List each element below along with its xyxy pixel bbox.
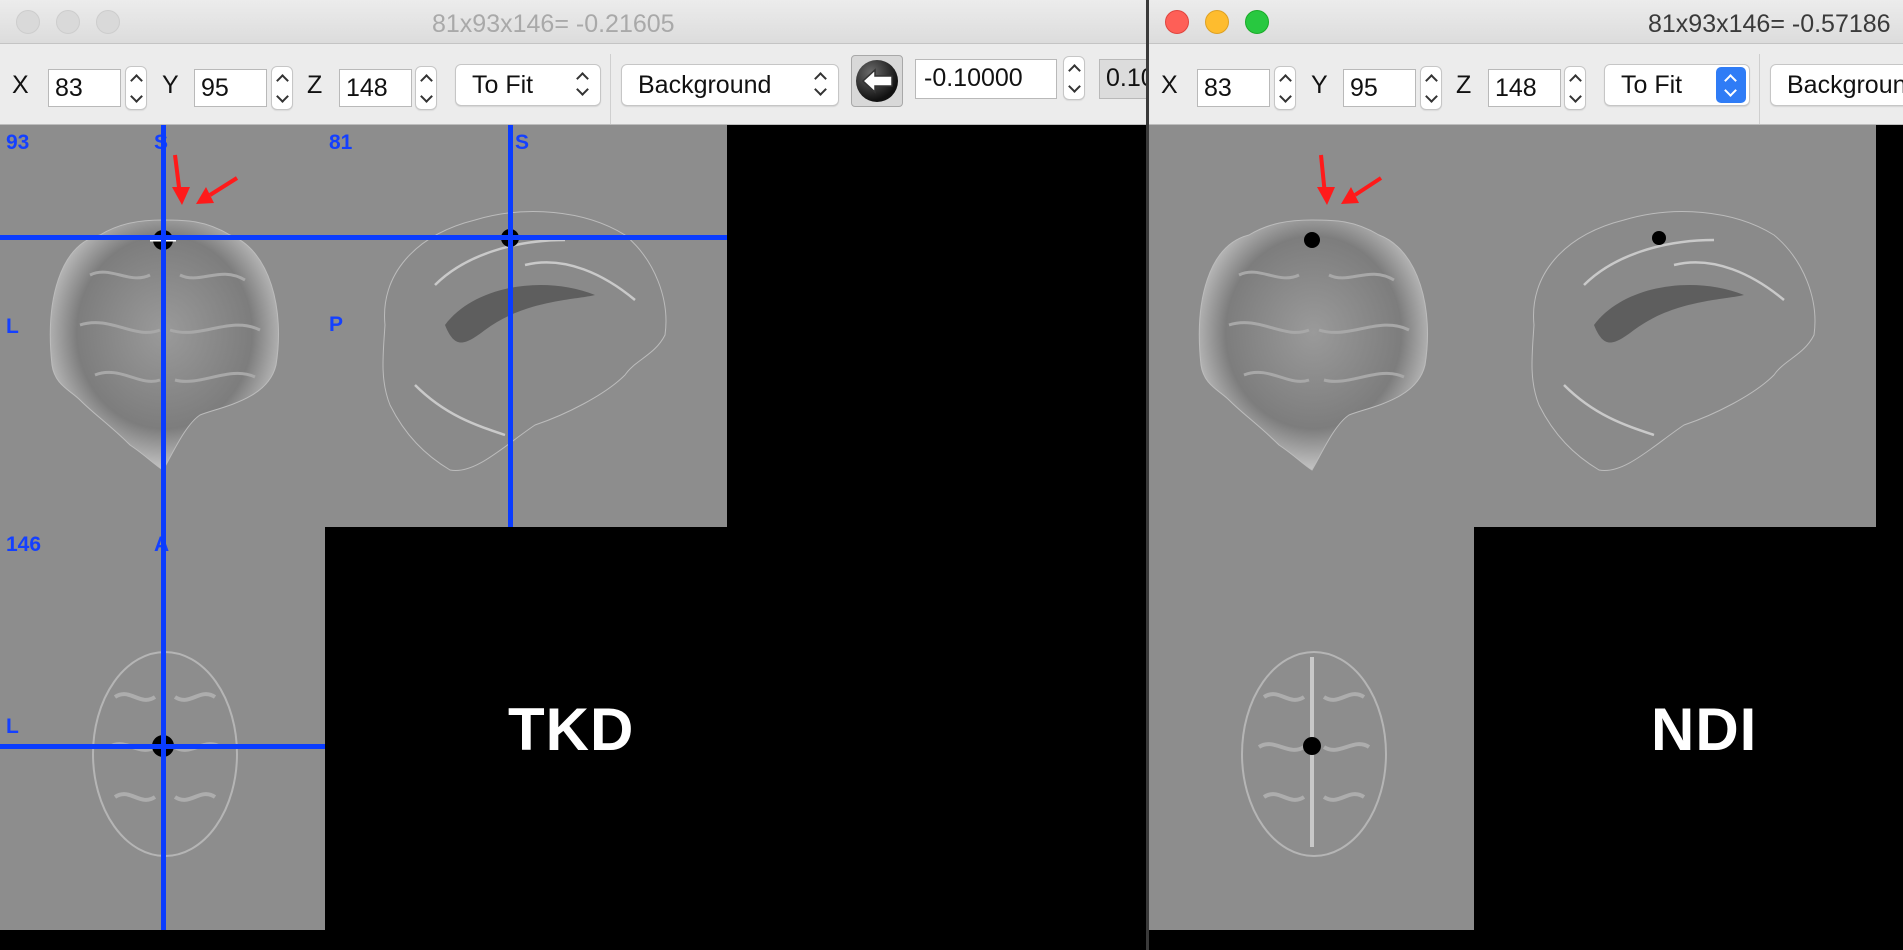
sagittal-superior-label: S	[515, 131, 530, 154]
y-label: Y	[1311, 71, 1328, 99]
y-coordinate-field[interactable]: 95	[194, 69, 267, 107]
axial-crosshair-horizontal	[0, 744, 325, 749]
sagittal-crosshair-vertical	[508, 125, 513, 527]
x-coordinate-field[interactable]: 83	[1197, 69, 1270, 107]
layer-back-button[interactable]	[851, 55, 903, 107]
z-label: Z	[1456, 71, 1472, 99]
chevron-up-icon[interactable]	[272, 67, 292, 88]
chevron-up-icon[interactable]	[1064, 57, 1084, 78]
zoom-value: To Fit	[1621, 71, 1683, 99]
left-viewer-window: 81x93x146= -0.21605 X 83 Y 95 Z 148 To F…	[0, 0, 1146, 950]
updown-chevron-icon	[810, 71, 832, 99]
chevron-up-icon[interactable]	[1275, 67, 1295, 88]
chevron-up-icon[interactable]	[126, 67, 146, 88]
arrow-left-icon	[856, 60, 898, 102]
chevron-down-icon[interactable]	[272, 88, 292, 109]
sagittal-slice-number: 81	[329, 131, 353, 154]
chevron-down-icon[interactable]	[1421, 88, 1441, 109]
chevron-down-icon[interactable]	[1064, 78, 1084, 99]
sagittal-brain-image	[382, 211, 667, 472]
coronal-left-label: L	[6, 315, 19, 338]
updown-chevron-icon	[572, 71, 594, 99]
toolbar-divider	[610, 54, 611, 124]
toolbar-divider	[1759, 54, 1760, 124]
sagittal-view[interactable]: 81 S P	[325, 125, 727, 527]
axial-crosshair-vertical	[161, 527, 166, 930]
left-titlebar[interactable]: 81x93x146= -0.21605	[0, 0, 1146, 44]
sagittal-view[interactable]	[1474, 125, 1876, 527]
updown-chevron-icon	[1716, 67, 1746, 103]
display-max-field[interactable]: 0.10	[1099, 59, 1146, 99]
window-title: 81x93x146= -0.57186	[1648, 10, 1891, 38]
sagittal-crosshair-horizontal	[325, 235, 727, 240]
right-titlebar[interactable]: 81x93x146= -0.57186	[1149, 0, 1903, 44]
sagittal-posterior-label: P	[329, 313, 344, 336]
close-button[interactable]	[16, 10, 40, 34]
axial-view[interactable]: 146 A L	[0, 527, 325, 930]
x-coordinate-field[interactable]: 83	[48, 69, 121, 107]
axial-brain-image	[1241, 651, 1387, 857]
x-label: X	[1161, 71, 1178, 99]
z-coordinate-field[interactable]: 148	[1488, 69, 1561, 107]
axial-view[interactable]	[1149, 527, 1474, 930]
layer-popup[interactable]: Background	[1770, 64, 1903, 106]
x-label: X	[12, 71, 29, 99]
chevron-up-icon[interactable]	[416, 67, 436, 88]
y-stepper[interactable]	[1420, 66, 1442, 110]
layer-popup[interactable]: Background	[621, 64, 839, 106]
method-label: NDI	[1651, 696, 1758, 763]
annotation-arrows	[172, 154, 239, 205]
minimize-button[interactable]	[56, 10, 80, 34]
zoom-value: To Fit	[472, 71, 534, 99]
right-image-canvas[interactable]: NDI	[1149, 125, 1903, 950]
minimize-button[interactable]	[1205, 10, 1229, 34]
chevron-up-icon[interactable]	[1421, 67, 1441, 88]
z-stepper[interactable]	[1564, 66, 1586, 110]
chevron-down-icon[interactable]	[126, 88, 146, 109]
y-label: Y	[162, 71, 179, 99]
axial-left-label: L	[6, 715, 19, 738]
layer-value: Background	[1787, 71, 1903, 99]
maximize-button[interactable]	[1245, 10, 1269, 34]
annotation-arrows	[1317, 154, 1383, 205]
left-image-canvas[interactable]: 93 S L 81 S P	[0, 125, 1146, 950]
chevron-up-icon[interactable]	[1565, 67, 1585, 88]
right-toolbar: X 83 Y 95 Z 148 To Fit Background	[1149, 44, 1903, 125]
zoom-popup[interactable]: To Fit	[455, 64, 601, 106]
maximize-button[interactable]	[96, 10, 120, 34]
zoom-popup[interactable]: To Fit	[1604, 64, 1750, 106]
window-title: 81x93x146= -0.21605	[432, 10, 675, 38]
z-label: Z	[307, 71, 323, 99]
chevron-down-icon[interactable]	[416, 88, 436, 109]
y-stepper[interactable]	[271, 66, 293, 110]
axial-slice-number: 146	[6, 533, 42, 556]
display-min-stepper[interactable]	[1063, 56, 1085, 100]
right-viewer-window: 81x93x146= -0.57186 X 83 Y 95 Z 148 To F…	[1149, 0, 1903, 950]
chevron-down-icon[interactable]	[1565, 88, 1585, 109]
method-label: TKD	[508, 696, 635, 763]
x-stepper[interactable]	[125, 66, 147, 110]
sagittal-brain-image	[1531, 211, 1816, 472]
z-coordinate-field[interactable]: 148	[339, 69, 412, 107]
z-stepper[interactable]	[415, 66, 437, 110]
chevron-down-icon[interactable]	[1275, 88, 1295, 109]
close-button[interactable]	[1165, 10, 1189, 34]
y-coordinate-field[interactable]: 95	[1343, 69, 1416, 107]
x-stepper[interactable]	[1274, 66, 1296, 110]
display-min-field[interactable]: -0.10000	[915, 59, 1057, 99]
layer-value: Background	[638, 71, 772, 99]
left-toolbar: X 83 Y 95 Z 148 To Fit Background -0.100…	[0, 44, 1146, 125]
